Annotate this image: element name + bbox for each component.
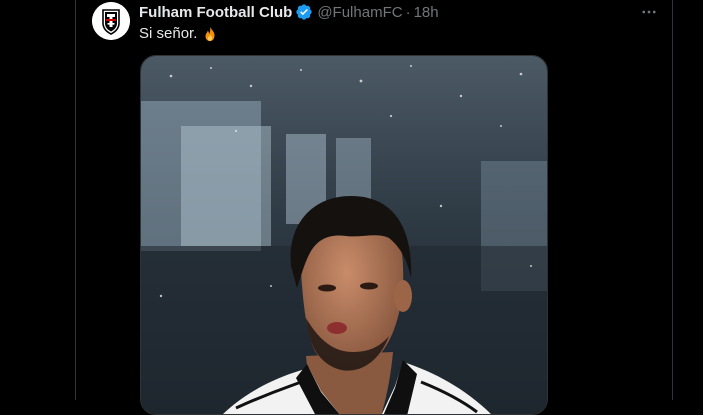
tweet-media-photo[interactable]: [140, 55, 548, 415]
tweet-header: Fulham Football Club @FulhamFC · 18h: [139, 2, 439, 22]
tweet-text-content: Si señor.: [139, 25, 198, 42]
author-handle[interactable]: @FulhamFC: [317, 4, 402, 21]
timeline-border-right: [672, 0, 673, 400]
timestamp[interactable]: 18h: [414, 4, 439, 21]
more-horizontal-icon: [642, 10, 656, 14]
tweet-text: Si señor.: [139, 24, 219, 44]
fulham-crest-icon: [92, 2, 130, 40]
verified-badge-icon[interactable]: [295, 3, 313, 21]
fire-icon: [201, 25, 219, 43]
player-photo: [141, 56, 547, 414]
author-name[interactable]: Fulham Football Club: [139, 4, 292, 21]
separator-dot: ·: [405, 3, 411, 21]
tweet[interactable]: Fulham Football Club @FulhamFC · 18h Si …: [76, 0, 672, 415]
avatar[interactable]: [92, 2, 130, 40]
more-options-button[interactable]: [638, 1, 660, 23]
